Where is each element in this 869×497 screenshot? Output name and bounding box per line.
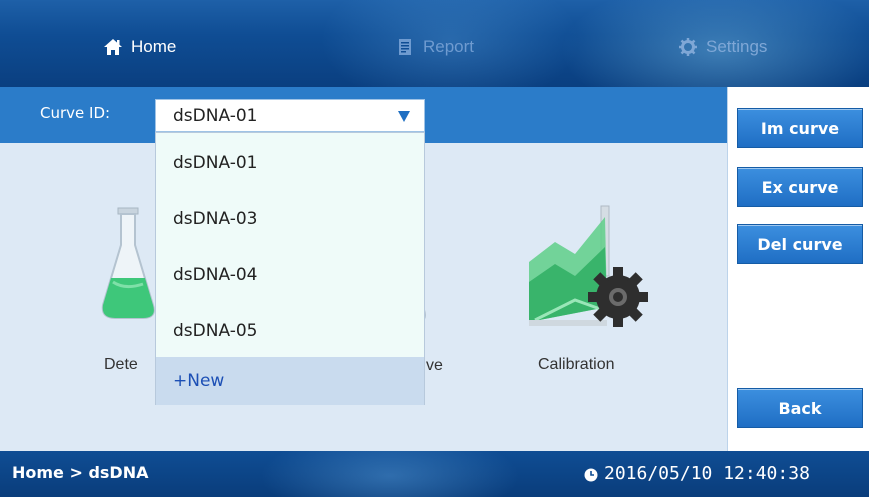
- gear-icon: [678, 37, 698, 57]
- clock-icon: [584, 468, 598, 482]
- tab-home-label: Home: [131, 37, 177, 56]
- dropdown-option[interactable]: dsDNA-04: [156, 247, 424, 303]
- back-button[interactable]: Back: [737, 388, 863, 428]
- detection-label: Dete: [104, 356, 138, 373]
- tab-settings[interactable]: Settings: [678, 30, 767, 64]
- report-icon: [395, 37, 415, 57]
- breadcrumb: Home > dsDNA: [12, 463, 149, 482]
- home-icon: [103, 37, 123, 57]
- calibration-label: Calibration: [538, 356, 615, 373]
- tab-home[interactable]: Home: [103, 30, 176, 64]
- tab-settings-label: Settings: [706, 37, 768, 56]
- dropdown-option[interactable]: dsDNA-01: [156, 135, 424, 191]
- calibration-chart-gear-icon: [529, 205, 648, 327]
- chevron-down-icon[interactable]: [398, 111, 410, 122]
- curve-id-dropdown: dsDNA-01 dsDNA-03 dsDNA-04 dsDNA-05 +New: [155, 132, 425, 405]
- curve-id-label: Curve ID:: [40, 104, 111, 122]
- delete-curve-button[interactable]: Del curve: [737, 224, 863, 264]
- import-curve-button[interactable]: Im curve: [737, 108, 863, 148]
- curve-label: ve: [426, 357, 443, 374]
- dropdown-option[interactable]: dsDNA-03: [156, 191, 424, 247]
- export-curve-button[interactable]: Ex curve: [737, 167, 863, 207]
- curve-id-select[interactable]: dsDNA-01: [155, 99, 425, 132]
- tab-report-label: Report: [423, 37, 475, 56]
- datetime: 2016/05/10 12:40:38: [604, 463, 810, 484]
- dropdown-option[interactable]: dsDNA-05: [156, 303, 424, 359]
- curve-id-selected-value: dsDNA-01: [173, 105, 258, 126]
- calibration-feature[interactable]: [525, 202, 650, 332]
- new-curve-option[interactable]: +New: [156, 357, 424, 405]
- tab-report[interactable]: Report: [395, 30, 474, 64]
